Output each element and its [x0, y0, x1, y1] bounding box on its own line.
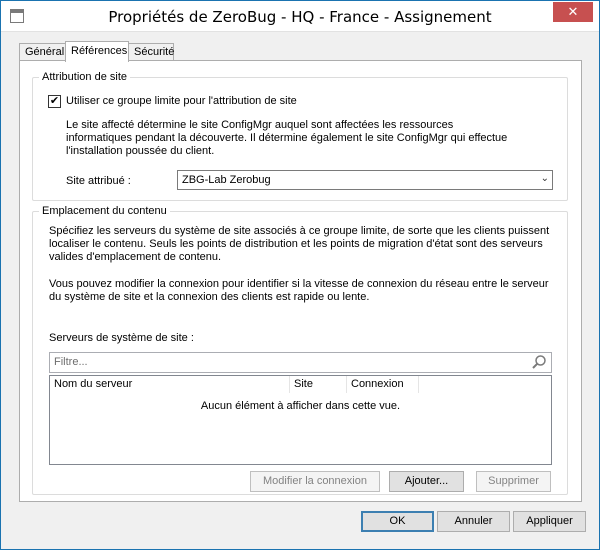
column-header-site[interactable]: Site [290, 376, 347, 393]
tab-general[interactable]: Général [19, 43, 66, 61]
tab-security[interactable]: Sécurité [128, 43, 174, 61]
chevron-down-icon: ⌄ [540, 173, 549, 184]
content-location-legend: Emplacement du contenu [39, 205, 170, 217]
title-bar: Propriétés de ZeroBug - HQ - France - As… [1, 1, 599, 32]
cancel-button[interactable]: Annuler [437, 511, 510, 532]
content-location-description: Spécifiez les serveurs du système de sit… [49, 225, 550, 263]
assigned-site-value: ZBG-Lab Zerobug [182, 174, 271, 186]
checkmark-icon: ✔ [49, 95, 60, 107]
close-button[interactable]: ✕ [553, 2, 593, 22]
empty-list-message: Aucun élément à afficher dans cette vue. [200, 400, 401, 412]
modify-connection-button[interactable]: Modifier la connexion [250, 471, 380, 492]
site-assignment-group: Attribution de site ✔ Utiliser ce groupe… [32, 71, 568, 201]
filter-input[interactable]: Filtre... [49, 352, 552, 373]
use-for-site-assignment-label: Utiliser ce groupe limite pour l'attribu… [66, 95, 297, 107]
tab-references[interactable]: Références [65, 41, 129, 62]
site-servers-label: Serveurs de système de site : [49, 332, 194, 344]
remove-server-button[interactable]: Supprimer [476, 471, 551, 492]
properties-dialog: Propriétés de ZeroBug - HQ - France - As… [0, 0, 600, 550]
search-icon[interactable] [531, 354, 547, 370]
column-header-connection[interactable]: Connexion [347, 376, 419, 393]
site-assignment-legend: Attribution de site [39, 71, 130, 83]
site-servers-list[interactable]: Nom du serveur Site Connexion Aucun élém… [49, 375, 552, 465]
assigned-site-select[interactable]: ZBG-Lab Zerobug ⌄ [177, 170, 553, 190]
assigned-site-label: Site attribué : [66, 175, 131, 187]
use-for-site-assignment-checkbox[interactable]: ✔ [48, 95, 61, 108]
site-assignment-description: Le site affecté détermine le site Config… [66, 119, 508, 157]
content-location-group: Emplacement du contenu Spécifiez les ser… [32, 205, 568, 495]
filter-placeholder: Filtre... [54, 356, 88, 368]
tab-panel-references: Attribution de site ✔ Utiliser ce groupe… [19, 60, 582, 502]
ok-button[interactable]: OK [361, 511, 434, 532]
column-header-server-name[interactable]: Nom du serveur [50, 376, 290, 393]
add-server-button[interactable]: Ajouter... [389, 471, 464, 492]
apply-button[interactable]: Appliquer [513, 511, 586, 532]
connection-speed-description: Vous pouvez modifier la connexion pour i… [49, 278, 549, 303]
window-title: Propriétés de ZeroBug - HQ - France - As… [108, 8, 492, 26]
